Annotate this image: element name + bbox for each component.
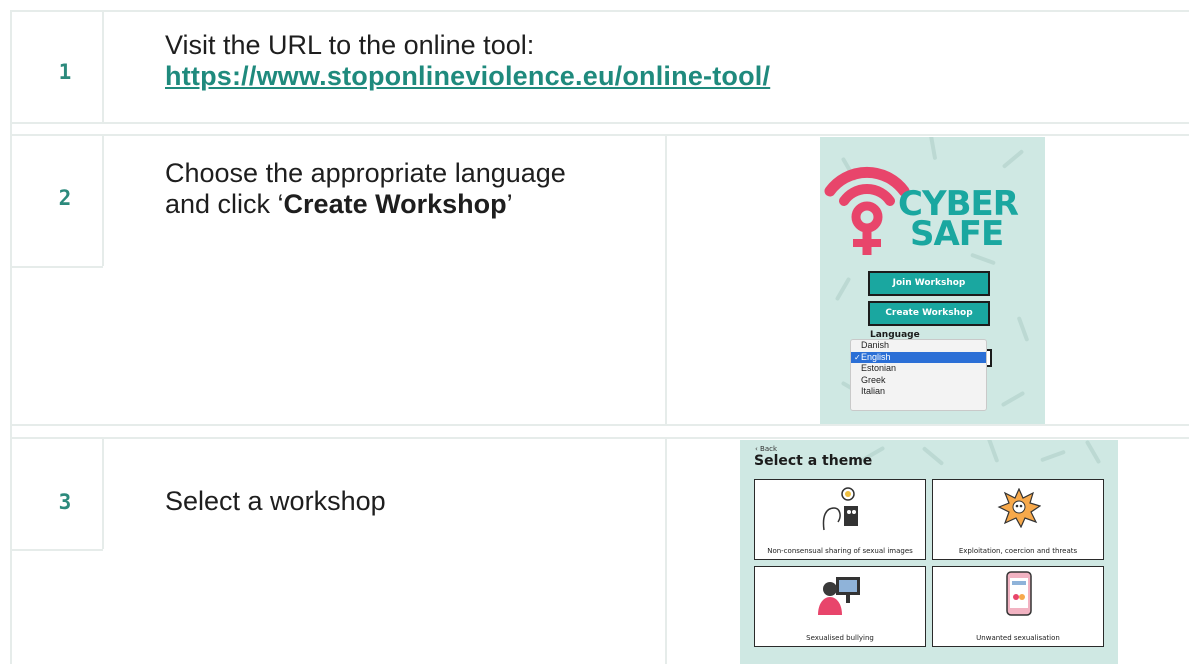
selected-language-label: English xyxy=(861,351,891,362)
row-divider xyxy=(10,424,1189,426)
theme-label: Sexualised bullying xyxy=(806,634,874,642)
cybersafe-screenshot: CYBER SAFE Join Workshop Create Workshop… xyxy=(820,137,1045,424)
step-1-instruction: Visit the URL to the online tool: xyxy=(165,30,535,60)
logo-safe-text: SAFE xyxy=(910,214,1004,254)
step-1-text: Visit the URL to the online tool: https:… xyxy=(165,30,770,92)
cell-divider xyxy=(10,549,103,551)
theme-label: Unwanted sexualisation xyxy=(976,634,1060,642)
language-dropdown[interactable]: Danish ✓ English Estonian Greek Italian xyxy=(850,339,987,411)
theme-card-sexualisation[interactable]: Unwanted sexualisation xyxy=(932,566,1104,647)
select-theme-title: Select a theme xyxy=(754,453,873,469)
step-number: 1 xyxy=(58,60,72,84)
column-divider xyxy=(102,10,104,122)
cell-divider xyxy=(10,266,103,268)
select-theme-screenshot: ‹ Back Select a theme Non-consensual sha… xyxy=(740,440,1118,664)
row-divider xyxy=(10,122,1189,124)
theme-card-bullying[interactable]: Sexualised bullying xyxy=(754,566,926,647)
step-2-text: Choose the appropriate language and clic… xyxy=(165,158,585,220)
create-workshop-emphasis: Create Workshop xyxy=(283,189,507,219)
skull-burst-icon xyxy=(997,488,1041,528)
create-workshop-button[interactable]: Create Workshop xyxy=(868,301,990,326)
theme-card-exploitation[interactable]: Exploitation, coercion and threats xyxy=(932,479,1104,560)
language-option[interactable]: Greek xyxy=(851,375,986,387)
theme-label: Non-consensual sharing of sexual images xyxy=(767,547,913,555)
step-2-closing-quote: ’ xyxy=(506,189,513,219)
column-divider xyxy=(102,134,104,266)
language-option[interactable]: Danish xyxy=(851,340,986,352)
smartphone-icon xyxy=(1006,571,1032,616)
language-option[interactable]: Estonian xyxy=(851,363,986,375)
row-divider xyxy=(10,437,1189,439)
step-3-text: Select a workshop xyxy=(165,486,386,516)
column-divider xyxy=(10,10,12,664)
row-divider xyxy=(10,134,1189,136)
column-divider xyxy=(102,437,104,549)
language-option-selected[interactable]: ✓ English xyxy=(851,351,986,364)
online-tool-link[interactable]: https://www.stoponlineviolence.eu/online… xyxy=(165,61,770,92)
computer-user-icon xyxy=(818,577,860,615)
column-divider xyxy=(665,134,667,424)
back-link[interactable]: ‹ Back xyxy=(755,445,777,453)
step-number: 3 xyxy=(58,490,72,514)
row-divider xyxy=(10,10,1189,12)
column-divider xyxy=(665,437,667,664)
phone-sharing-icon xyxy=(822,487,858,531)
language-option[interactable]: Italian xyxy=(851,386,986,398)
join-workshop-button[interactable]: Join Workshop xyxy=(868,271,990,296)
step-number: 2 xyxy=(58,186,72,210)
theme-label: Exploitation, coercion and threats xyxy=(958,547,1078,555)
theme-card-nonconsensual[interactable]: Non-consensual sharing of sexual images xyxy=(754,479,926,560)
checkmark-icon: ✓ xyxy=(854,352,861,362)
